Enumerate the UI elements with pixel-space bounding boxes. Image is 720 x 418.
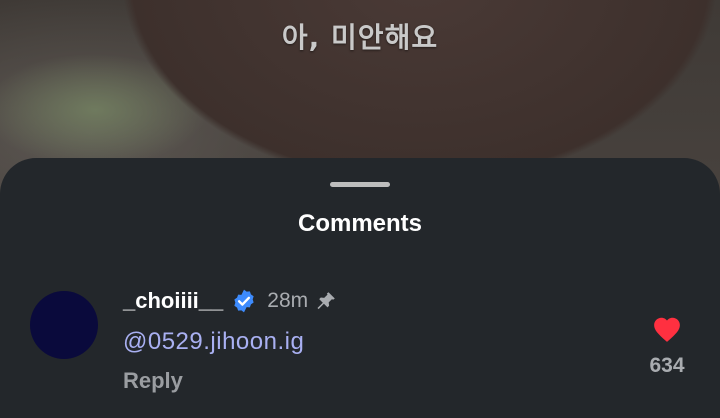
pin-icon	[317, 292, 335, 310]
comment-header: _choiiii__ 28m	[123, 286, 338, 316]
like-count: 634	[649, 354, 685, 377]
heart-icon[interactable]	[652, 315, 682, 343]
verified-badge-icon	[234, 289, 254, 313]
sheet-drag-handle[interactable]	[330, 182, 390, 187]
sheet-title: Comments	[297, 210, 423, 237]
comments-sheet: Comments _choiiii__ 28m @0529.jihoon.ig …	[0, 158, 720, 418]
comment-time: 28m	[267, 289, 309, 312]
comment-username[interactable]: _choiiii__	[123, 288, 223, 314]
avatar[interactable]	[30, 291, 98, 359]
reply-button[interactable]: Reply	[123, 368, 183, 394]
comment-mention-link[interactable]: @0529.jihoon.ig	[123, 328, 304, 356]
video-subtitle: 아, 미안해요	[281, 21, 439, 54]
